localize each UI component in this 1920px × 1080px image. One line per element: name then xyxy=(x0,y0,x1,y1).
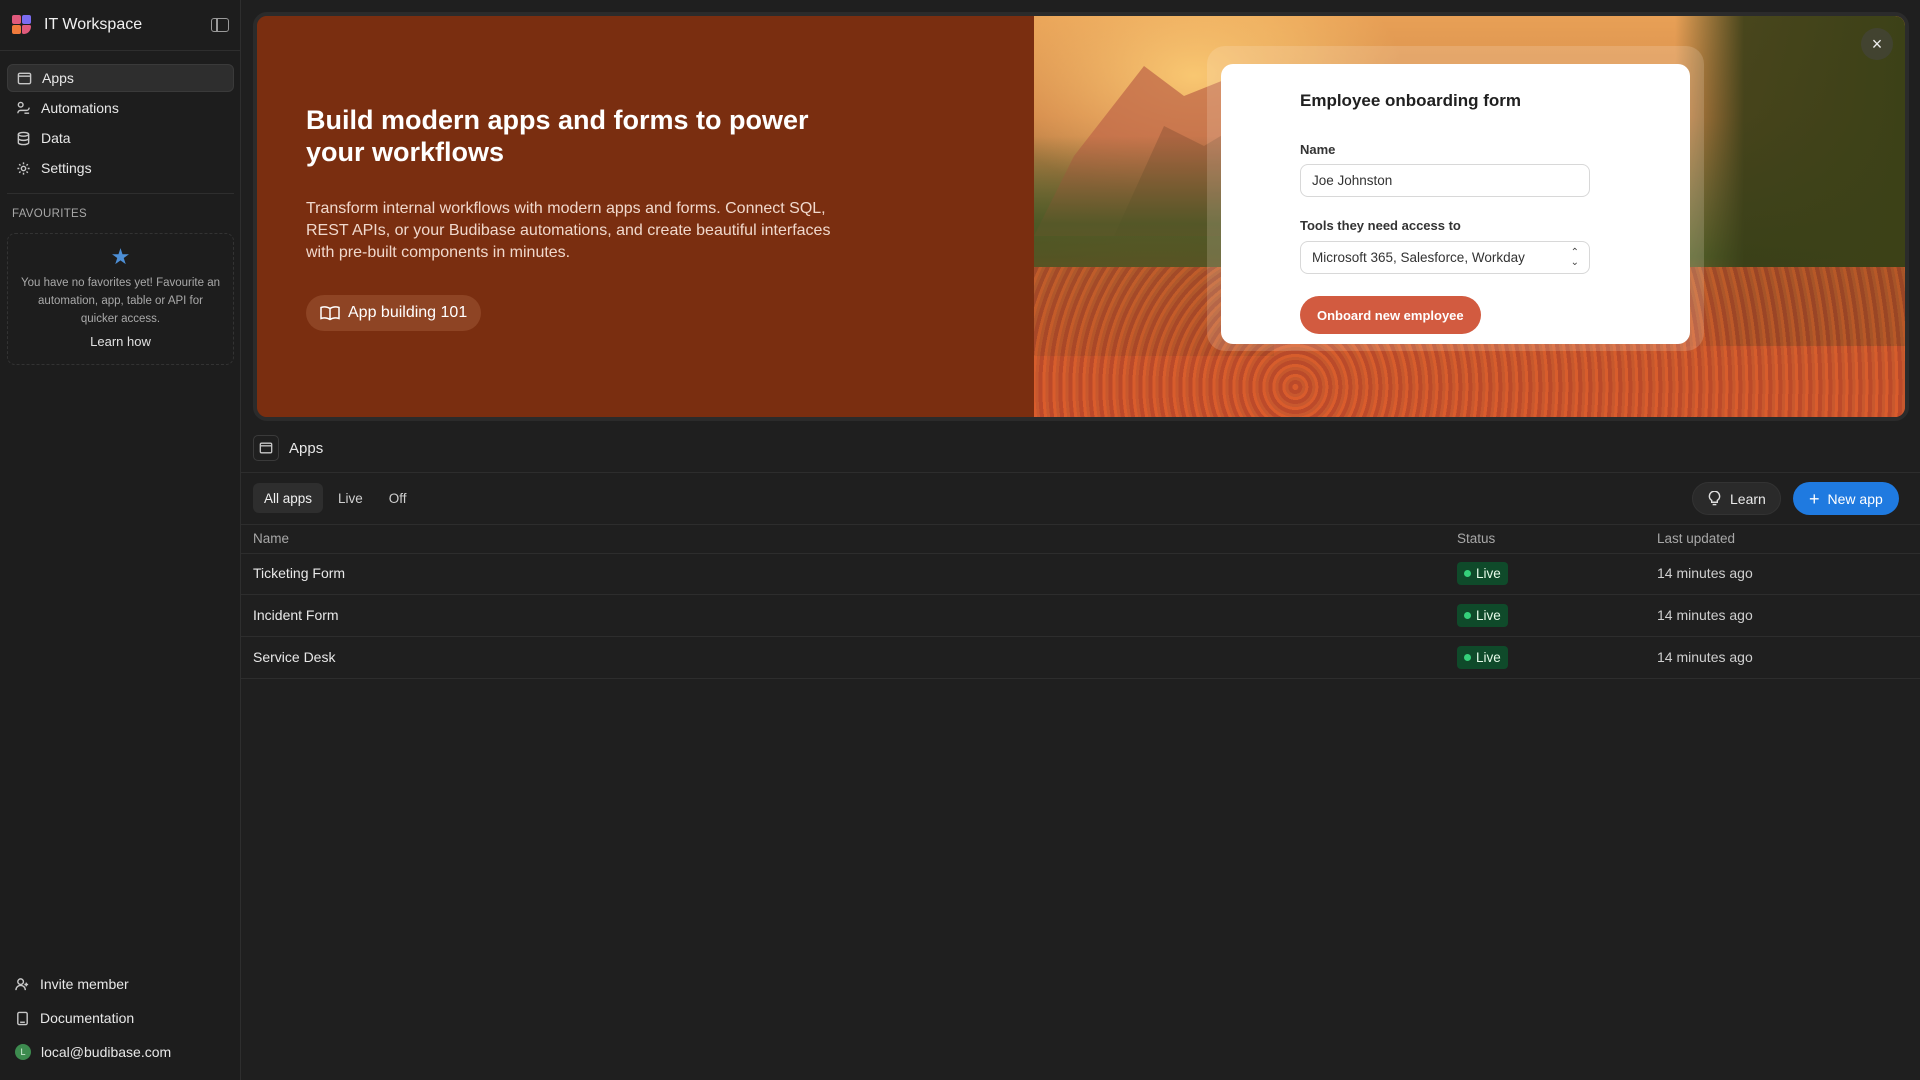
column-header-status[interactable]: Status xyxy=(1457,531,1495,546)
toolbar-divider xyxy=(241,524,1920,525)
avatar: L xyxy=(15,1044,31,1060)
close-icon: × xyxy=(1871,33,1883,54)
app-name: Ticketing Form xyxy=(253,565,346,581)
documentation-label: Documentation xyxy=(40,1010,135,1026)
learn-how-link[interactable]: Learn how xyxy=(8,334,233,349)
window-icon xyxy=(16,70,32,86)
favourites-heading: FAVOURITES xyxy=(12,208,87,220)
column-header-updated[interactable]: Last updated xyxy=(1657,531,1735,546)
learn-button[interactable]: Learn xyxy=(1692,482,1781,515)
favourites-empty-state: ★ You have no favorites yet! Favourite a… xyxy=(7,233,234,365)
add-user-icon xyxy=(15,977,29,990)
onboard-employee-label: Onboard new employee xyxy=(1317,307,1464,323)
app-building-101-label: App building 101 xyxy=(348,304,468,321)
status-badge: Live xyxy=(1457,562,1508,585)
workspace-title[interactable]: IT Workspace xyxy=(44,16,211,34)
status-badge-label: Live xyxy=(1476,608,1501,623)
status-filter-tabs: All apps Live Off xyxy=(253,483,422,513)
apps-section-title: Apps xyxy=(289,439,324,457)
book-icon xyxy=(17,1011,28,1025)
app-name: Incident Form xyxy=(253,607,339,623)
tab-off[interactable]: Off xyxy=(378,483,418,513)
user-email: local@budibase.com xyxy=(41,1044,172,1060)
sidebar-item-label: Data xyxy=(41,130,71,146)
learn-button-label: Learn xyxy=(1730,490,1766,507)
sidebar-bottom: Invite member Documentation L local@budi… xyxy=(7,970,234,1072)
name-field[interactable]: Joe Johnston xyxy=(1300,164,1590,197)
status-badge: Live xyxy=(1457,604,1508,627)
sidebar-item-settings[interactable]: Settings xyxy=(7,154,234,182)
automation-icon xyxy=(15,100,31,116)
lightbulb-icon xyxy=(1708,491,1721,506)
name-label: Name xyxy=(1300,142,1336,157)
tools-select[interactable]: Microsoft 365, Salesforce, Workday ⌃ ⌄ xyxy=(1300,241,1590,274)
user-menu[interactable]: L local@budibase.com xyxy=(7,1038,234,1066)
status-dot-icon xyxy=(1464,570,1471,577)
last-updated: 14 minutes ago xyxy=(1657,649,1753,665)
close-banner-button[interactable]: × xyxy=(1861,28,1893,60)
onboarding-form-preview: Employee onboarding form Name Joe Johnst… xyxy=(1221,64,1690,344)
budibase-logo-icon xyxy=(12,15,32,35)
onboard-employee-button[interactable]: Onboard new employee xyxy=(1300,296,1481,334)
open-book-icon xyxy=(320,306,340,321)
tab-all-apps[interactable]: All apps xyxy=(253,483,324,513)
workspace-header: IT Workspace xyxy=(0,0,241,51)
app-building-101-button[interactable]: App building 101 xyxy=(306,295,482,331)
star-icon: ★ xyxy=(110,244,131,269)
banner-title: Build modern apps and forms to power you… xyxy=(306,105,809,167)
table-row[interactable]: Incident Form Live 14 minutes ago xyxy=(241,595,1920,637)
sidebar-item-label: Automations xyxy=(41,100,119,116)
banner-description: Transform internal workflows with modern… xyxy=(306,200,831,261)
sidebar-divider xyxy=(7,193,234,194)
status-badge-label: Live xyxy=(1476,566,1501,581)
banner-text-panel: Build modern apps and forms to power you… xyxy=(257,16,1034,417)
sidebar: IT Workspace Apps Automations Data Setti… xyxy=(0,0,241,1080)
favourites-empty-text: You have no favorites yet! Favourite an … xyxy=(20,277,221,325)
status-dot-icon xyxy=(1464,654,1471,661)
documentation-link[interactable]: Documentation xyxy=(7,1004,234,1032)
name-field-value: Joe Johnston xyxy=(1312,173,1393,188)
app-name: Service Desk xyxy=(253,649,336,665)
section-divider xyxy=(241,472,1920,473)
table-row[interactable]: Service Desk Live 14 minutes ago xyxy=(241,637,1920,679)
window-icon xyxy=(253,435,279,461)
invite-member-label: Invite member xyxy=(40,976,129,992)
new-app-button[interactable]: + New app xyxy=(1793,482,1899,515)
plus-icon: + xyxy=(1809,488,1820,509)
form-title: Employee onboarding form xyxy=(1300,91,1522,110)
last-updated: 14 minutes ago xyxy=(1657,565,1753,581)
invite-member-button[interactable]: Invite member xyxy=(7,970,234,998)
tools-label: Tools they need access to xyxy=(1300,218,1461,233)
sidebar-item-apps[interactable]: Apps xyxy=(7,64,234,92)
apps-section-header: Apps xyxy=(253,435,323,461)
sidebar-item-automations[interactable]: Automations xyxy=(7,94,234,122)
sidebar-collapse-icon[interactable] xyxy=(211,18,229,32)
gear-icon xyxy=(15,160,31,176)
table-row[interactable]: Ticketing Form Live 14 minutes ago xyxy=(241,553,1920,595)
tools-select-value: Microsoft 365, Salesforce, Workday xyxy=(1312,250,1525,265)
tab-live[interactable]: Live xyxy=(327,483,374,513)
select-arrows-icon: ⌃ ⌄ xyxy=(1570,247,1579,268)
status-dot-icon xyxy=(1464,612,1471,619)
status-badge: Live xyxy=(1457,646,1508,669)
database-icon xyxy=(15,130,31,146)
last-updated: 14 minutes ago xyxy=(1657,607,1753,623)
sidebar-item-label: Apps xyxy=(42,70,74,86)
status-badge-label: Live xyxy=(1476,650,1501,665)
sidebar-item-data[interactable]: Data xyxy=(7,124,234,152)
sidebar-item-label: Settings xyxy=(41,160,92,176)
new-app-label: New app xyxy=(1827,490,1883,507)
column-header-name[interactable]: Name xyxy=(253,531,289,546)
sidebar-nav: Apps Automations Data Settings xyxy=(7,64,234,184)
